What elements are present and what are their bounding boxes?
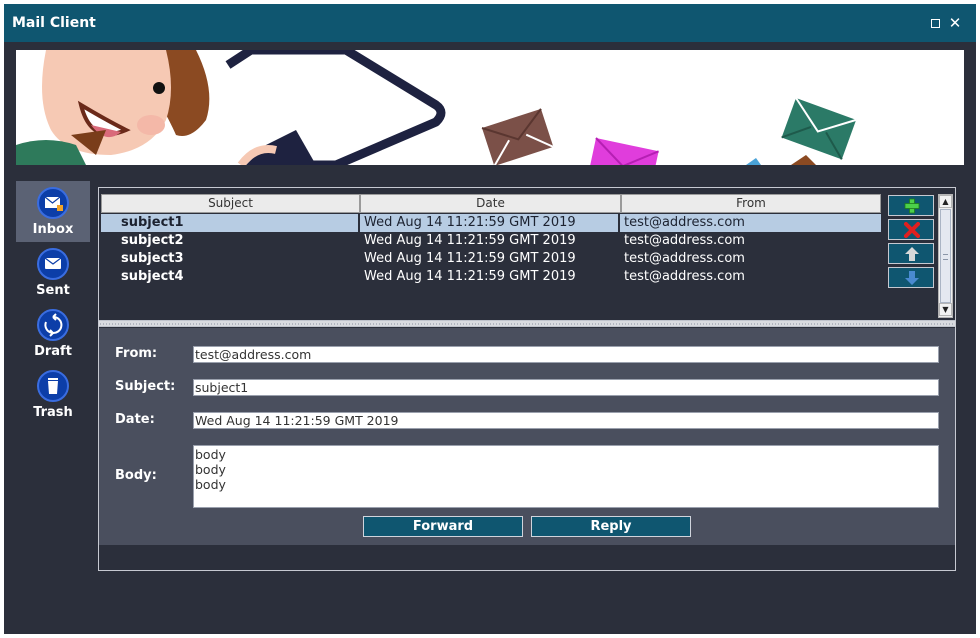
forward-button[interactable]: Forward [363,516,523,537]
sidebar-item-label: Draft [34,344,72,359]
row-from: test@address.com [620,214,881,232]
from-label: From: [115,346,158,361]
maximize-icon[interactable] [928,16,942,30]
row-subject: subject2 [121,233,184,248]
table-row[interactable]: subject1 Wed Aug 14 11:21:59 GMT 2019 te… [101,214,881,232]
move-up-button[interactable] [888,243,934,264]
scroll-up-icon[interactable]: ▲ [939,195,952,208]
body-label: Body: [115,468,157,483]
sidebar: Inbox Sent Draft Trash [16,181,90,425]
column-header-from[interactable]: From [621,194,881,213]
add-mail-button[interactable] [888,195,934,216]
row-subject: subject4 [121,269,184,284]
scrollbar-thumb[interactable] [940,209,951,303]
header-banner-illustration [16,50,964,165]
sidebar-item-trash[interactable]: Trash [16,364,90,425]
window-title: Mail Client [12,15,96,31]
move-up-icon [905,247,919,261]
title-bar: Mail Client ✕ [4,4,976,42]
row-date: Wed Aug 14 11:21:59 GMT 2019 [360,214,620,232]
reply-button[interactable]: Reply [531,516,691,537]
date-field[interactable]: Wed Aug 14 11:21:59 GMT 2019 [193,412,939,429]
column-header-date[interactable]: Date [360,194,621,213]
trash-icon [37,370,69,402]
sidebar-item-label: Trash [33,405,73,420]
row-from: test@address.com [624,233,745,248]
inbox-icon [37,187,69,219]
row-date: Wed Aug 14 11:21:59 GMT 2019 [364,233,576,248]
sidebar-item-label: Inbox [32,222,74,237]
body-line: body [195,477,226,492]
subject-label: Subject: [115,379,176,394]
row-date: Wed Aug 14 11:21:59 GMT 2019 [364,251,576,266]
column-header-subject[interactable]: Subject [101,194,360,213]
move-down-icon [905,271,919,285]
row-from: test@address.com [624,251,745,266]
date-label: Date: [115,412,155,427]
mail-detail-panel: From: test@address.com Subject: subject1… [99,328,955,545]
close-icon[interactable]: ✕ [948,16,962,31]
subject-field[interactable]: subject1 [193,379,939,396]
row-subject: subject3 [121,251,184,266]
scroll-down-icon[interactable]: ▼ [939,303,952,316]
delete-mail-button[interactable] [888,219,934,240]
sidebar-item-draft[interactable]: Draft [16,303,90,364]
split-pane-divider[interactable] [99,320,955,327]
move-down-button[interactable] [888,267,934,288]
sent-icon [37,248,69,280]
table-row[interactable]: subject2 Wed Aug 14 11:21:59 GMT 2019 te… [101,232,881,250]
table-scrollbar[interactable]: ▲ ▼ [938,194,953,318]
sidebar-item-inbox[interactable]: Inbox [16,181,90,242]
draft-icon [37,309,69,341]
table-row[interactable]: subject4 Wed Aug 14 11:21:59 GMT 2019 te… [101,268,881,286]
delete-icon [904,222,920,238]
body-line: body [195,447,226,462]
add-icon [904,198,920,214]
body-textarea[interactable]: body body body [193,445,939,508]
table-header: Subject Date From [101,194,881,213]
row-from: test@address.com [624,269,745,284]
table-body: subject1 Wed Aug 14 11:21:59 GMT 2019 te… [101,214,881,286]
row-subject: subject1 [101,214,360,232]
mail-content-panel: Subject Date From subject1 Wed Aug 14 11… [98,187,956,571]
mail-table: Subject Date From subject1 Wed Aug 14 11… [99,188,955,318]
row-date: Wed Aug 14 11:21:59 GMT 2019 [364,269,576,284]
sidebar-item-sent[interactable]: Sent [16,242,90,303]
sidebar-item-label: Sent [36,283,70,298]
table-row[interactable]: subject3 Wed Aug 14 11:21:59 GMT 2019 te… [101,250,881,268]
from-field[interactable]: test@address.com [193,346,939,363]
body-line: body [195,462,226,477]
mail-client-window: Mail Client ✕ Inbox Sent Draft Trash Sub… [4,4,976,634]
